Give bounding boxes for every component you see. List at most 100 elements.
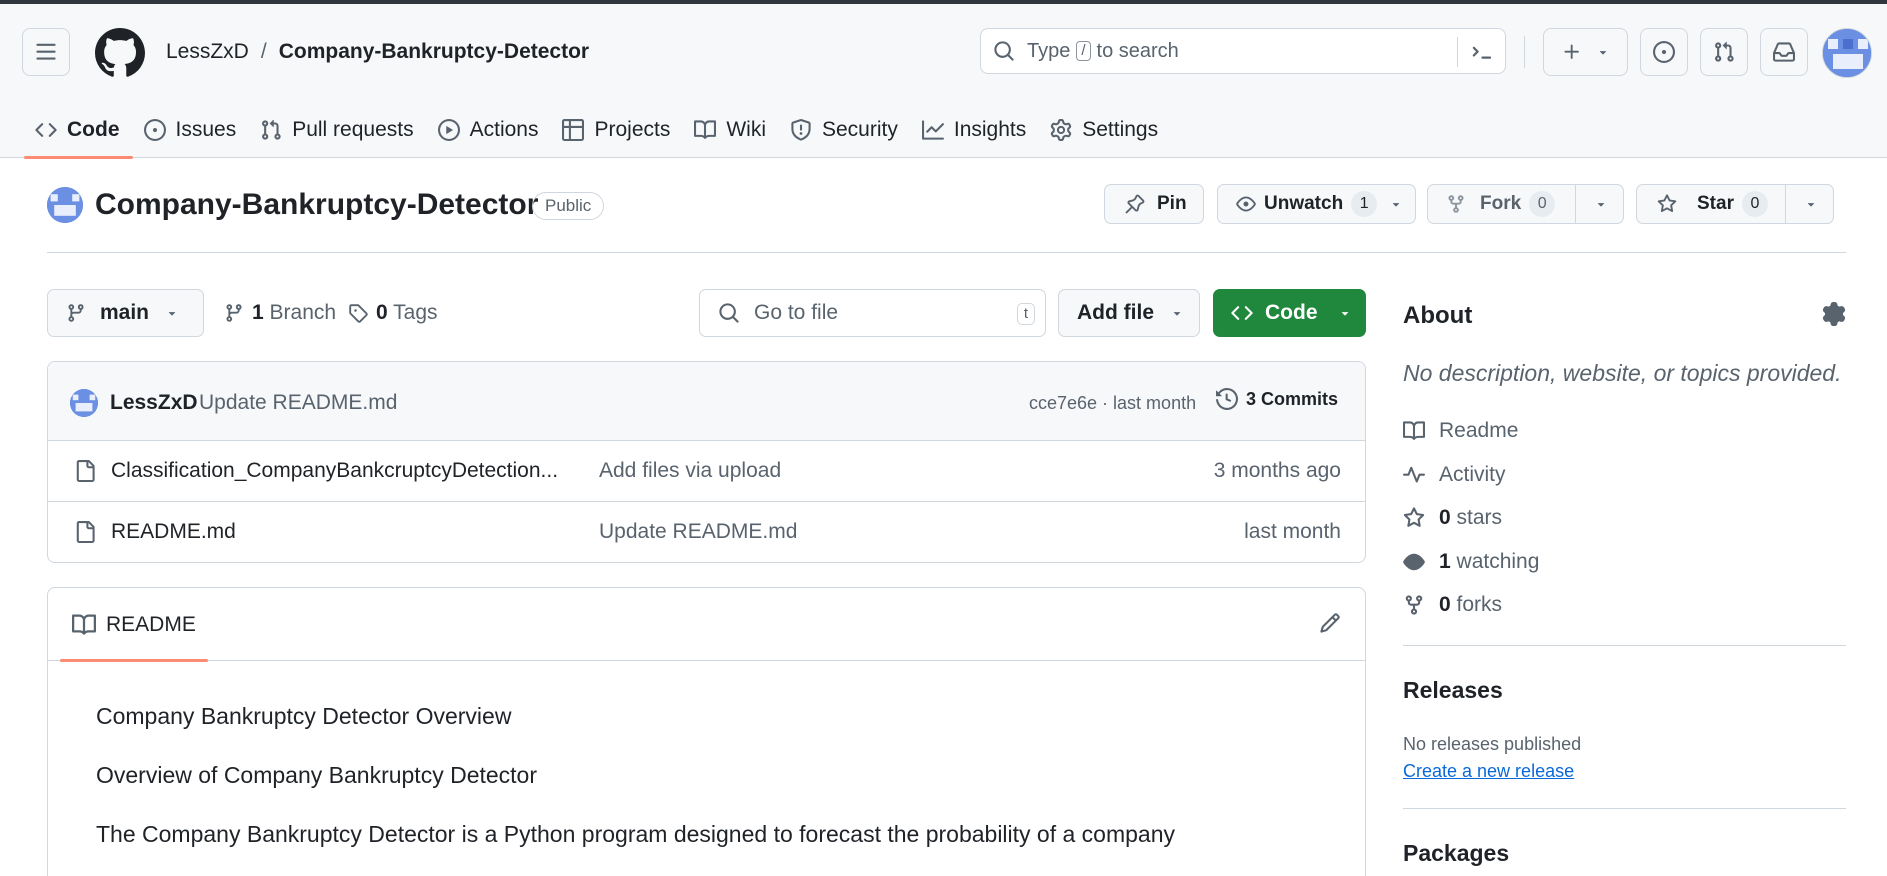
tab-settings[interactable]: Settings (1039, 102, 1171, 158)
file-row[interactable]: README.md Update README.md last month (48, 502, 1365, 562)
repo-owner-avatar[interactable] (47, 187, 83, 223)
commits-link[interactable]: 3 Commits (1216, 388, 1338, 410)
breadcrumb-repo[interactable]: Company-Bankruptcy-Detector (279, 40, 589, 64)
issue-icon (143, 119, 166, 141)
app-header: LessZxD / Company-Bankruptcy-Detector Ty… (0, 4, 1887, 159)
tab-actions[interactable]: Actions (427, 102, 552, 158)
gear-icon (1051, 119, 1072, 141)
command-palette-icon[interactable] (1469, 40, 1493, 64)
branches-link[interactable]: 1 Branch (224, 301, 336, 325)
inbox-button[interactable] (1760, 28, 1808, 76)
star-split-divider (1785, 184, 1786, 224)
commit-author-avatar[interactable] (70, 389, 98, 417)
pin-button[interactable]: Pin (1104, 184, 1204, 224)
watching-link[interactable]: 1 watching (1403, 550, 1539, 574)
chevron-down-icon[interactable] (1594, 197, 1608, 211)
chevron-down-icon (1392, 203, 1400, 207)
chevron-down-icon (1341, 312, 1348, 316)
shield-icon (791, 119, 811, 141)
branches-label: Branch (269, 301, 337, 324)
unwatch-button[interactable]: Unwatch 1 (1217, 184, 1416, 224)
search-placeholder-prefix: Type (1027, 39, 1071, 62)
go-to-file-input[interactable]: Go to file t (699, 289, 1046, 337)
issue-icon (1653, 41, 1675, 63)
book-icon (694, 120, 717, 139)
global-search-input[interactable]: Type / to search (980, 28, 1506, 74)
activity-link[interactable]: Activity (1403, 463, 1506, 487)
file-name[interactable]: README.md (111, 520, 236, 544)
commits-count-label: 3 Commits (1246, 388, 1339, 409)
header-divider (1524, 36, 1525, 68)
tab-label: Insights (953, 118, 1027, 141)
tab-projects[interactable]: Projects (551, 102, 683, 158)
star-button[interactable]: Star 0 (1636, 184, 1834, 224)
tags-count: 0 (376, 301, 388, 324)
gear-icon[interactable] (1822, 302, 1846, 326)
commit-author[interactable]: LessZxD (110, 391, 198, 415)
branch-selector[interactable]: main (47, 289, 204, 337)
file-icon (76, 521, 95, 543)
file-name[interactable]: Classification_CompanyBankcruptcyDetecti… (111, 459, 558, 483)
forks-link[interactable]: 0 forks (1403, 593, 1502, 617)
identicon-avatar-icon (70, 389, 98, 417)
user-avatar[interactable] (1822, 28, 1872, 78)
branch-icon (68, 304, 84, 322)
code-icon (1231, 306, 1253, 320)
about-description: No description, website, or topics provi… (1403, 360, 1842, 386)
file-row[interactable]: Classification_CompanyBankcruptcyDetecti… (48, 441, 1365, 502)
tab-wiki[interactable]: Wiki (683, 102, 779, 158)
pulse-icon (1403, 466, 1425, 483)
readme-tab[interactable]: README (60, 588, 208, 662)
code-icon (35, 123, 57, 137)
create-new-button[interactable] (1543, 28, 1628, 76)
fork-button[interactable]: Fork 0 (1427, 184, 1624, 224)
search-placeholder-suffix: to search (1096, 39, 1179, 62)
readme-link[interactable]: Readme (1403, 419, 1518, 443)
file-commit-message[interactable]: Update README.md (599, 520, 797, 544)
commit-meta[interactable]: cce7e6e · last month (1029, 393, 1196, 414)
add-file-button[interactable]: Add file (1058, 289, 1200, 337)
forks-label: forks (1456, 593, 1503, 616)
file-commit-message[interactable]: Add files via upload (599, 459, 781, 483)
search-icon (994, 41, 1014, 61)
github-logo-icon[interactable] (95, 28, 145, 78)
star-icon (1657, 194, 1677, 213)
readme-link-label: Readme (1439, 419, 1519, 442)
eye-icon (1403, 553, 1425, 571)
tab-insights[interactable]: Insights (911, 102, 1039, 158)
branch-name: main (100, 301, 150, 324)
pin-label: Pin (1157, 193, 1187, 214)
tab-code[interactable]: Code (24, 102, 133, 159)
table-icon (562, 119, 585, 141)
breadcrumb-owner[interactable]: LessZxD (166, 40, 249, 64)
tags-link[interactable]: 0 Tags (348, 301, 438, 325)
packages-title[interactable]: Packages (1403, 840, 1509, 867)
stars-link[interactable]: 0 stars (1403, 506, 1502, 530)
identicon-avatar-icon (1823, 29, 1871, 77)
readme-content: Company Bankruptcy Detector Overview Ove… (48, 661, 1365, 876)
pin-icon (1125, 194, 1145, 214)
tab-pull-requests[interactable]: Pull requests (249, 102, 426, 158)
fork-split-divider (1575, 184, 1576, 224)
tab-security[interactable]: Security (779, 102, 911, 158)
code-dropdown-button[interactable]: Code (1213, 289, 1366, 337)
search-placeholder: Type / to search (1027, 40, 1179, 63)
repo-title[interactable]: Company-Bankruptcy-Detector (95, 188, 538, 222)
releases-title[interactable]: Releases (1403, 677, 1503, 704)
create-release-link[interactable]: Create a new release (1403, 761, 1574, 782)
breadcrumb: LessZxD / Company-Bankruptcy-Detector (166, 40, 589, 64)
pull-requests-button[interactable] (1700, 28, 1748, 76)
pencil-icon[interactable] (1319, 612, 1341, 634)
branches-count: 1 (252, 301, 264, 324)
commit-message[interactable]: Update README.md (199, 391, 397, 415)
about-title: About (1403, 302, 1473, 329)
pull-request-icon (262, 119, 281, 140)
tab-label: Actions (469, 118, 539, 141)
tags-label: Tags (393, 301, 438, 324)
tab-issues[interactable]: Issues (133, 102, 250, 158)
tab-label: Issues (175, 118, 237, 141)
issues-button[interactable] (1640, 28, 1688, 76)
menu-button[interactable] (22, 28, 70, 76)
chevron-down-icon[interactable] (1804, 197, 1818, 211)
tab-label: Code (67, 118, 120, 141)
